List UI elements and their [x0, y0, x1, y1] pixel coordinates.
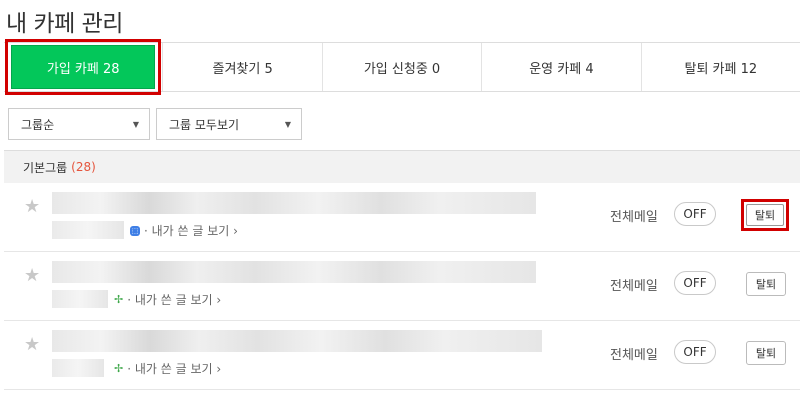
all-mail-toggle[interactable]: OFF: [674, 271, 716, 295]
group-header: 기본그룹 (28): [4, 150, 800, 183]
all-mail-toggle[interactable]: OFF: [674, 202, 716, 226]
all-mail-toggle[interactable]: OFF: [674, 340, 716, 364]
star-icon[interactable]: ★: [24, 334, 40, 355]
my-posts-label: 내가 쓴 글 보기: [134, 362, 213, 376]
cafe-tabs: 가입 카페 28 즐겨찾기 5 가입 신청중 0 운영 카페 4 탈퇴 카페 1…: [4, 39, 800, 95]
chevron-right-icon: ›: [212, 361, 222, 376]
filter-bar: 그룹순 ▼ 그룹 모두보기 ▼: [8, 108, 302, 140]
my-posts-link[interactable]: ✢ · 내가 쓴 글 보기 ›: [114, 291, 221, 308]
tab-left-cafes[interactable]: 탈퇴 카페 12: [641, 43, 800, 91]
cafe-sub-blurred: [52, 290, 108, 308]
tab-highlight-box: 가입 카페 28: [5, 39, 162, 95]
tab-favorites[interactable]: 즐겨찾기 5: [163, 43, 323, 91]
sort-select-value: 그룹순: [21, 117, 55, 132]
cafe-row: ★ ✢ · 내가 쓴 글 보기 › 전체메일 OFF 탈퇴: [4, 322, 800, 390]
my-posts-link[interactable]: ⬚ · 내가 쓴 글 보기 ›: [130, 222, 238, 239]
star-icon[interactable]: ★: [24, 196, 40, 217]
group-select-value: 그룹 모두보기: [169, 117, 240, 132]
chevron-right-icon: ›: [212, 292, 222, 307]
my-posts-link[interactable]: ✢ · 내가 쓴 글 보기 ›: [114, 360, 221, 377]
group-count: (28): [71, 160, 96, 174]
cafe-row: ★ ✢ · 내가 쓴 글 보기 › 전체메일 OFF 탈퇴: [4, 253, 800, 321]
cafe-sub-blurred: [52, 221, 124, 239]
leave-button-highlight: 탈퇴: [741, 199, 789, 231]
sprout-icon: ✢: [114, 362, 124, 375]
caret-down-icon: ▼: [284, 119, 291, 129]
cafe-name-blurred[interactable]: [52, 261, 536, 283]
my-posts-label: 내가 쓴 글 보기: [151, 224, 230, 238]
cafe-sub-blurred: [52, 359, 104, 377]
leave-button[interactable]: 탈퇴: [746, 341, 786, 365]
tab-joined-cafes-label: 가입 카페 28: [11, 45, 156, 89]
dot-separator: ·: [127, 361, 135, 376]
chevron-right-icon: ›: [229, 223, 238, 238]
cafe-name-blurred[interactable]: [52, 192, 536, 214]
tab-managed-cafes[interactable]: 운영 카페 4: [482, 43, 642, 91]
all-mail-label: 전체메일: [610, 210, 658, 225]
cafe-name-blurred[interactable]: [52, 330, 542, 352]
dot-separator: ·: [127, 292, 135, 307]
star-icon[interactable]: ★: [24, 265, 40, 286]
sprout-icon: ✢: [114, 293, 124, 306]
all-mail-label: 전체메일: [610, 348, 658, 363]
leave-button[interactable]: 탈퇴: [746, 204, 784, 226]
caret-down-icon: ▼: [132, 119, 139, 129]
dot-separator: ·: [144, 223, 152, 238]
all-mail-label: 전체메일: [610, 279, 658, 294]
cafe-badge-icon: ⬚: [130, 225, 140, 236]
leave-button[interactable]: 탈퇴: [746, 272, 786, 296]
cafe-row: ★ ⬚ · 내가 쓴 글 보기 › 전체메일 OFF 탈퇴: [4, 184, 800, 252]
tab-joined-cafes[interactable]: 가입 카페 28: [4, 39, 164, 95]
sort-select[interactable]: 그룹순 ▼: [8, 108, 150, 140]
group-name: 기본그룹: [23, 160, 68, 175]
my-posts-label: 내가 쓴 글 보기: [134, 293, 213, 307]
group-select[interactable]: 그룹 모두보기 ▼: [156, 108, 302, 140]
page-title: 내 카페 관리: [6, 11, 123, 37]
tab-pending[interactable]: 가입 신청중 0: [322, 43, 483, 91]
